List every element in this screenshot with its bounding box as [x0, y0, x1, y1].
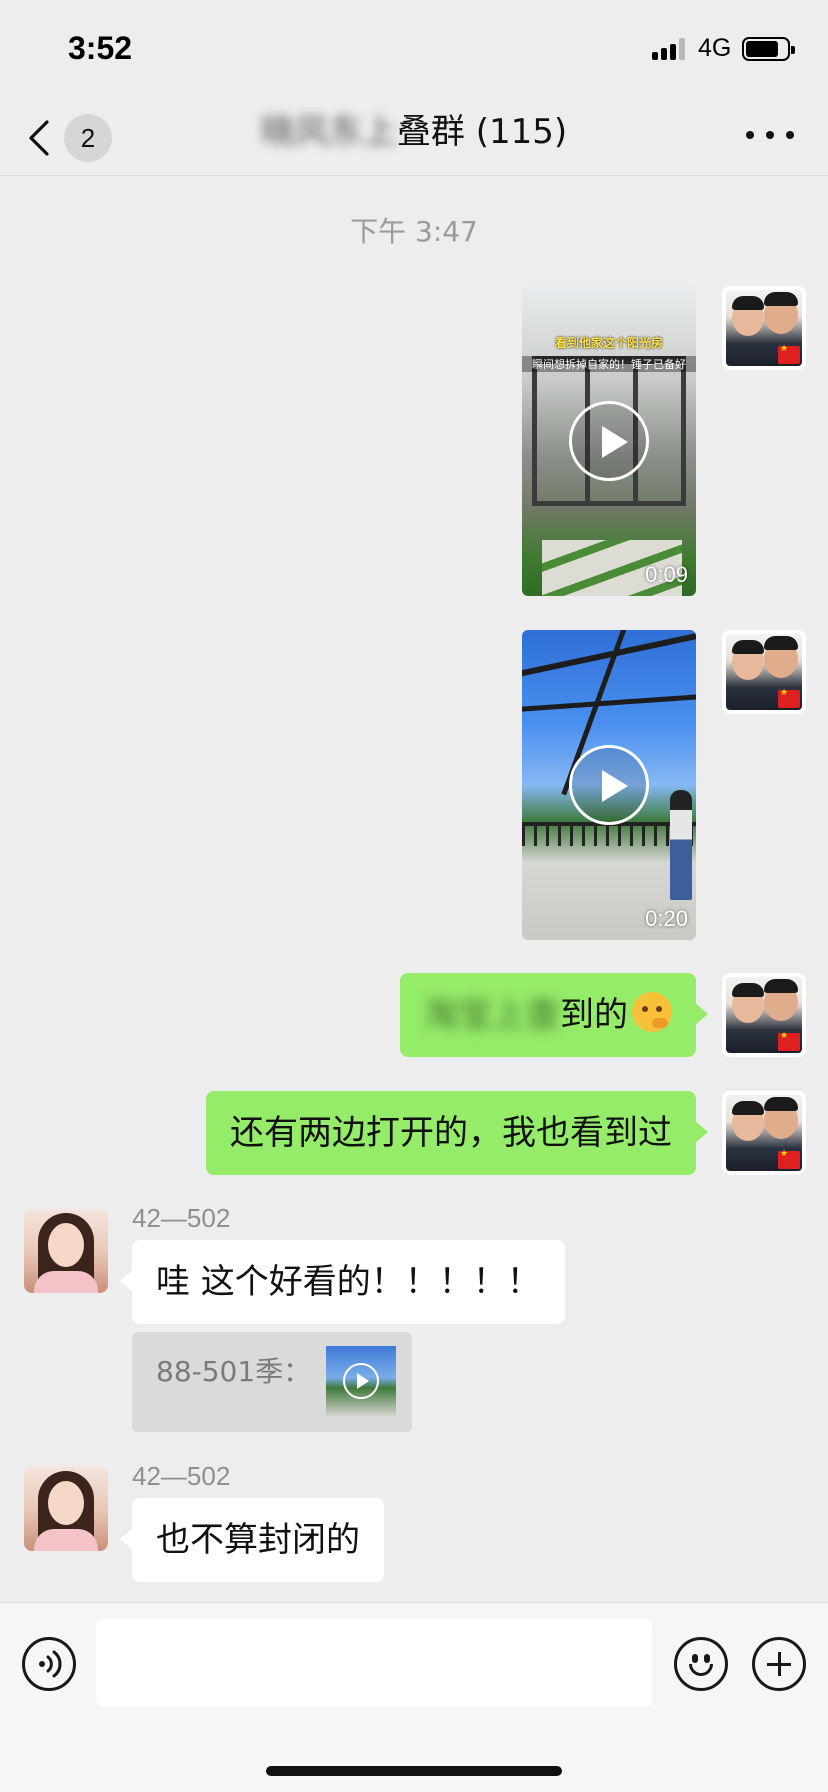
- ellipsis-dot: [786, 131, 794, 139]
- message-bubble-outgoing[interactable]: 还有两边打开的，我也看到过: [206, 1091, 708, 1175]
- thinking-face-emoji: [632, 992, 672, 1032]
- sender-name: 42—502: [132, 1203, 231, 1233]
- message-bubble-incoming[interactable]: 也不算封闭的: [120, 1498, 384, 1582]
- video-message[interactable]: 0:20: [522, 630, 696, 940]
- status-time: 3:52: [68, 30, 133, 66]
- video-thumbnail-beam: [522, 691, 696, 714]
- voice-icon: [39, 1650, 62, 1678]
- quote-label: 88-501季：: [156, 1355, 312, 1388]
- avatar-self[interactable]: [722, 973, 806, 1057]
- flag-icon: [778, 1031, 800, 1051]
- chat-title: 晓风东上叠群 (115): [0, 110, 828, 154]
- network-type: 4G: [698, 34, 732, 62]
- video-message[interactable]: 看到他家这个阳光房 瞬间想拆掉自家的！锤子已备好 0:09: [522, 286, 696, 596]
- flag-icon: [778, 1149, 800, 1169]
- emoji-mouth: [689, 1664, 713, 1676]
- avatar-self[interactable]: [722, 1091, 806, 1175]
- emoji-face-icon: [692, 1654, 698, 1663]
- message-text: 到的: [560, 995, 628, 1035]
- quote-video-thumbnail[interactable]: [326, 1346, 396, 1416]
- flag-icon: [778, 344, 800, 364]
- ellipsis-icon: [746, 131, 754, 139]
- message-text: 也不算封闭的: [156, 1520, 360, 1560]
- avatar-self[interactable]: [722, 286, 806, 370]
- emoji-eye: [704, 1654, 710, 1663]
- message-bubble-incoming[interactable]: 哇 这个好看的！！！！！: [120, 1240, 565, 1324]
- member-count: (115): [475, 112, 568, 152]
- quoted-message[interactable]: 88-501季：: [132, 1332, 412, 1432]
- sender-name: 42—502: [132, 1461, 231, 1491]
- play-icon[interactable]: [569, 401, 649, 481]
- video-caption-line1: 看到他家这个阳光房: [554, 336, 663, 350]
- flag-icon: [778, 688, 800, 708]
- blurred-text: 淘宝上查: [424, 995, 560, 1035]
- play-icon: [343, 1363, 379, 1399]
- plus-button[interactable]: [752, 1637, 806, 1691]
- video-caption-line2: 瞬间想拆掉自家的！锤子已备好: [522, 356, 696, 372]
- message-text: 还有两边打开的，我也看到过: [230, 1113, 672, 1153]
- video-duration: 0:20: [645, 906, 688, 931]
- video-thumbnail-person: [670, 790, 692, 900]
- voice-button[interactable]: [22, 1637, 76, 1691]
- chat-title-blurred: 晓风东上: [260, 112, 397, 152]
- play-icon[interactable]: [569, 745, 649, 825]
- video-duration: 0:09: [645, 562, 688, 587]
- message-text: 哇 这个好看的！！！！！: [156, 1262, 541, 1302]
- avatar-contact[interactable]: [24, 1467, 108, 1551]
- emoji-button[interactable]: [674, 1637, 728, 1691]
- battery-icon: [742, 37, 795, 61]
- signal-icon: [652, 38, 690, 60]
- nav-bar: 2 晓风东上叠群 (115): [0, 100, 828, 176]
- status-bar: 3:52 4G: [0, 0, 828, 100]
- chat-title-text: 叠群: [396, 112, 465, 152]
- home-indicator: [266, 1766, 562, 1776]
- message-input[interactable]: [96, 1619, 652, 1707]
- message-timestamp: 下午 3:47: [350, 215, 478, 248]
- message-bubble-outgoing[interactable]: 淘宝上查到的: [400, 973, 708, 1057]
- more-button[interactable]: [740, 114, 800, 154]
- input-bar: [0, 1602, 828, 1792]
- ellipsis-dot: [766, 131, 774, 139]
- avatar-self[interactable]: [722, 630, 806, 714]
- avatar-contact[interactable]: [24, 1209, 108, 1293]
